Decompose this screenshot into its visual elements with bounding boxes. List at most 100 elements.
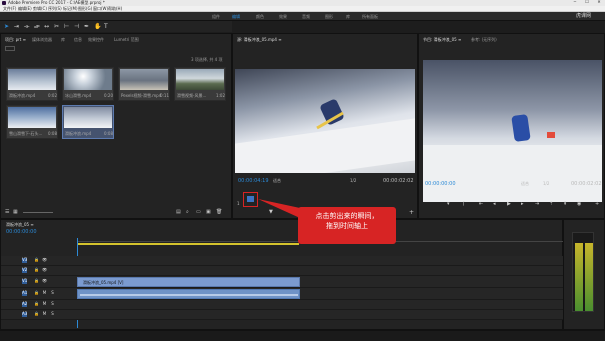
mark-out-icon[interactable]: ⌈	[463, 202, 465, 207]
menu-sequence[interactable]: 序列(S)	[48, 7, 62, 11]
add-button-icon[interactable]: +	[595, 202, 599, 207]
lift-icon[interactable]: ⇡	[549, 202, 553, 207]
clip-thumbnail	[64, 69, 112, 90]
workspace-tab-color[interactable]: 颜色	[256, 15, 264, 19]
workspace-tab-graphics[interactable]: 图形	[325, 15, 333, 19]
video-clip[interactable]: 滑板冲浪_05.mp4 [V]	[77, 277, 300, 287]
track-label[interactable]: A1	[22, 291, 27, 296]
selection-tool-icon[interactable]: ➤	[4, 24, 9, 30]
mute-icon[interactable]: M	[42, 312, 47, 317]
workspace-tab-audio[interactable]: 音频	[302, 15, 310, 19]
source-tab[interactable]: 源: 滑板冲浪_05.mp4 ≡	[237, 38, 282, 42]
razor-icon[interactable]: ✂	[54, 24, 59, 30]
menu-marker[interactable]: 标记(M)	[63, 7, 78, 11]
tab-effect-controls[interactable]: 效果控件	[88, 38, 104, 42]
project-clip-selected[interactable]: 滑板冲浪.mp4 0:08	[62, 105, 114, 139]
program-fit-select[interactable]: 适合	[521, 182, 529, 186]
project-clip[interactable]: 雪山滑雪下-石头... 0:08	[6, 105, 58, 139]
program-tab[interactable]: 节目: 滑板冲浪_05 ≡	[423, 38, 461, 42]
tab-libraries[interactable]: 库	[61, 38, 65, 42]
list-view-icon[interactable]: ☰	[5, 210, 9, 215]
zoom-slider[interactable]	[23, 212, 53, 213]
clip-thumbnail	[8, 69, 56, 90]
lock-icon[interactable]: 🔒	[34, 302, 39, 307]
workspace-tab-effects[interactable]: 效果	[279, 15, 287, 19]
lock-icon[interactable]: 🔒	[34, 279, 39, 284]
track-label[interactable]: V1	[22, 279, 27, 284]
step-forward-icon[interactable]: ▸	[521, 202, 524, 207]
source-timecode[interactable]: 00:00:04:19	[238, 179, 269, 184]
tab-project[interactable]: 项目: prt ≡	[5, 38, 26, 42]
solo-icon[interactable]: S	[50, 291, 55, 296]
play-icon[interactable]: ▶	[507, 202, 511, 207]
delete-icon[interactable]: 🗑	[216, 210, 222, 215]
rolling-edit-icon[interactable]: ⟚	[34, 24, 40, 30]
workspace-tab-all-panels[interactable]: 所有面板	[362, 15, 378, 19]
project-clip[interactable]: 滑板冲浪.mp4 0:02	[6, 67, 58, 101]
add-button-icon[interactable]: +	[409, 210, 414, 216]
menu-edit[interactable]: 编辑(E)	[18, 7, 32, 11]
menu-clip[interactable]: 剪辑(C)	[33, 7, 47, 11]
go-to-in-icon[interactable]: ⇤	[479, 202, 483, 207]
ripple-edit-icon[interactable]: ⟛	[24, 24, 29, 30]
source-fit-select[interactable]: 适合	[273, 179, 281, 183]
icon-view-icon[interactable]: ▦	[13, 210, 18, 215]
slide-icon[interactable]: ⊣	[74, 24, 79, 30]
lock-icon[interactable]: 🔒	[34, 291, 39, 296]
lock-icon[interactable]: 🔒	[34, 312, 39, 317]
automate-icon[interactable]: ▤	[176, 210, 181, 215]
project-clip[interactable]: 滑雪视频-风景... 1:02	[174, 67, 226, 101]
solo-icon[interactable]: S	[50, 312, 55, 317]
tab-info[interactable]: 信息	[74, 38, 82, 42]
new-item-icon[interactable]: ▣	[206, 210, 211, 215]
rate-stretch-icon[interactable]: ↔	[44, 24, 49, 30]
new-bin-icon[interactable]: ▭	[196, 210, 201, 215]
solo-icon[interactable]: S	[50, 302, 55, 307]
meter-left-channel	[575, 243, 583, 311]
track-select-icon[interactable]: ⇥	[14, 24, 19, 30]
export-frame-icon[interactable]: ◉	[577, 202, 581, 207]
pen-icon[interactable]: ✒	[84, 24, 89, 30]
timeline-timecode[interactable]: 00:00:00:00	[6, 230, 37, 235]
program-timecode[interactable]: 00:00:00:00	[425, 182, 456, 187]
workspace-tab-assembly[interactable]: 组件	[212, 15, 220, 19]
track-label[interactable]: A3	[22, 312, 27, 317]
project-clip[interactable]: 冰山滑雪.mp4 0:20	[62, 67, 114, 101]
slip-icon[interactable]: ⊢	[64, 24, 69, 30]
audio-clip[interactable]	[77, 289, 300, 299]
workspace-tab-editing[interactable]: 编辑	[232, 15, 240, 19]
workspace-tab-libraries[interactable]: 库	[346, 15, 350, 19]
eye-icon[interactable]: 👁	[42, 279, 47, 284]
source-quality-select[interactable]: 1/2	[350, 179, 356, 183]
menu-graphics[interactable]: 图形(G)	[78, 7, 92, 11]
track-label[interactable]: V2	[22, 268, 27, 273]
project-search-input[interactable]	[5, 46, 15, 51]
menu-window[interactable]: 窗口(W)	[93, 7, 108, 11]
reference-tab[interactable]: 参考: (无序列)	[471, 38, 497, 42]
project-clip[interactable]: Pexels视频-滑雪.mp4 0:11	[118, 67, 170, 101]
lock-icon[interactable]: 🔒	[34, 258, 39, 263]
extract-icon[interactable]: ⇞	[563, 202, 567, 207]
mute-icon[interactable]: M	[42, 291, 47, 296]
drag-video-button[interactable]	[243, 192, 258, 207]
menu-help[interactable]: 帮助(H)	[108, 7, 122, 11]
mute-icon[interactable]: M	[42, 302, 47, 307]
track-label[interactable]: V3	[22, 258, 27, 263]
timeline-tab[interactable]: 滑板冲浪_05 ≡	[6, 223, 34, 227]
lock-icon[interactable]: 🔒	[34, 268, 39, 273]
track-a1: A1 🔒 M S	[1, 288, 564, 300]
go-to-out-icon[interactable]: ⇥	[535, 202, 539, 207]
program-quality-select[interactable]: 1/2	[543, 182, 549, 186]
track-label[interactable]: A2	[22, 302, 27, 307]
eye-icon[interactable]: 👁	[42, 268, 47, 273]
find-icon[interactable]: ⌕	[186, 210, 189, 215]
work-area-bar[interactable]	[77, 243, 299, 245]
tab-media-browser[interactable]: 媒体浏览器	[32, 38, 52, 42]
type-icon[interactable]: T	[104, 24, 108, 30]
mark-in-icon[interactable]: ▾	[447, 202, 450, 207]
hand-icon[interactable]: ✋	[94, 24, 101, 30]
step-back-icon[interactable]: ◂	[493, 202, 496, 207]
tab-lumetri-scopes[interactable]: Lumetri 范围	[114, 38, 139, 42]
eye-icon[interactable]: 👁	[42, 258, 47, 263]
menu-file[interactable]: 文件(F)	[3, 7, 16, 11]
